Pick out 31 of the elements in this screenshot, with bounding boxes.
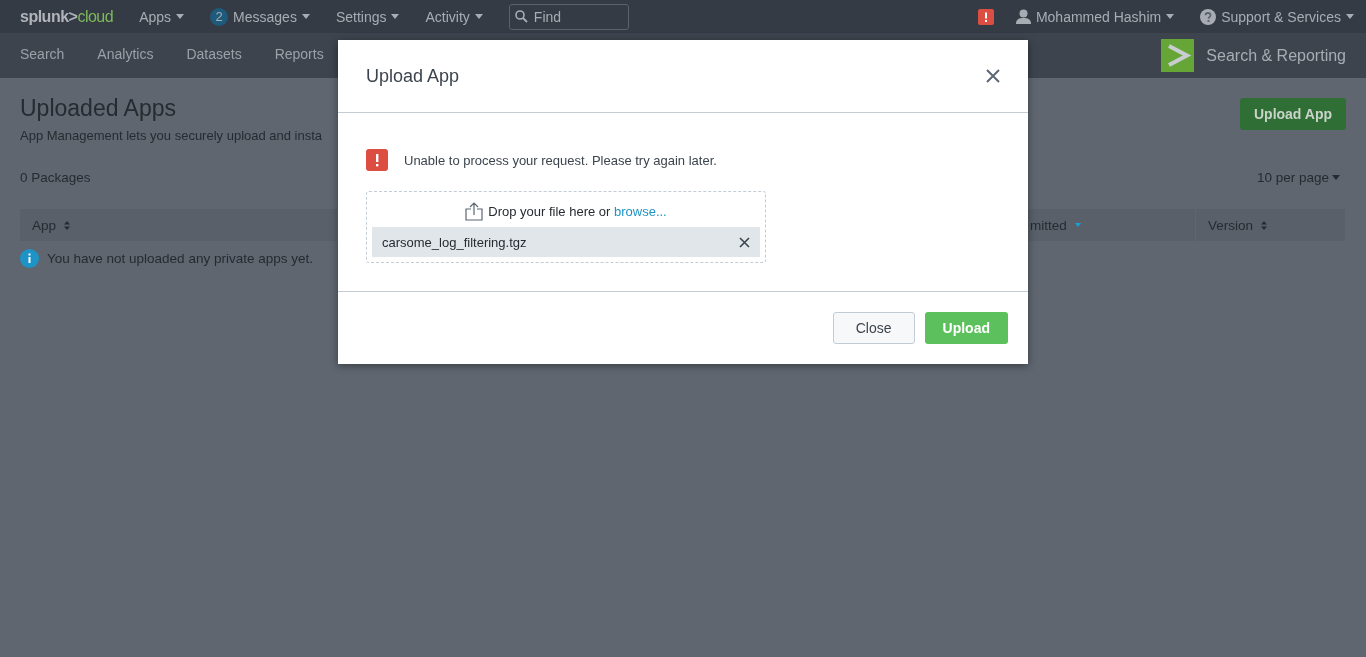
dialog-title: Upload App [366,65,460,87]
page-description: App Management lets you securely upload and insta [20,128,323,143]
menu-button[interactable]: Activity [425,8,483,25]
app-name[interactable]: Search & Reporting [1206,46,1346,65]
empty-message: You have not uploaded any private apps yet. [47,251,313,266]
upload-app-button[interactable]: Upload App [1239,98,1346,130]
column-header[interactable]: App [20,209,338,241]
browse-link[interactable]: browse... [614,204,667,219]
support-menu[interactable]: Support & Services [1200,8,1354,25]
file-dropzone[interactable]: Drop your file here or browse... carsome_log_filtering.tgz [366,191,766,263]
per-page-dropdown[interactable]: 10 per page [1256,170,1340,185]
search-field[interactable]: Find [508,3,629,30]
menu-button[interactable]: Apps [139,8,185,25]
error-message: Unable to process your request. Please try again later. [404,152,717,168]
nav-tab[interactable]: Search [20,36,65,75]
user-menu[interactable]: Mohammed Hashim [1015,8,1175,25]
file-name: carsome_log_filtering.tgz [382,234,527,250]
menu-button[interactable]: 2 Messages [210,7,310,26]
dropzone-text: Drop your file here or browse... [488,204,667,219]
nav-tab[interactable]: Datasets [186,36,242,75]
page-title: Uploaded Apps [20,95,177,122]
menu-button[interactable]: Settings [335,8,400,25]
nav-tab[interactable]: Reports [274,36,324,75]
column-header[interactable]: Version [1196,209,1346,241]
column-header[interactable]: mitted [1028,209,1196,241]
package-count: 0 Packages [20,170,91,185]
nav-tab[interactable]: Analytics [97,36,154,75]
logo[interactable]: splunk>cloud [20,7,114,26]
message-count-badge: 2 [210,7,229,26]
upload-button[interactable]: Upload [924,312,1008,344]
close-dialog-button[interactable]: Close [832,312,915,344]
